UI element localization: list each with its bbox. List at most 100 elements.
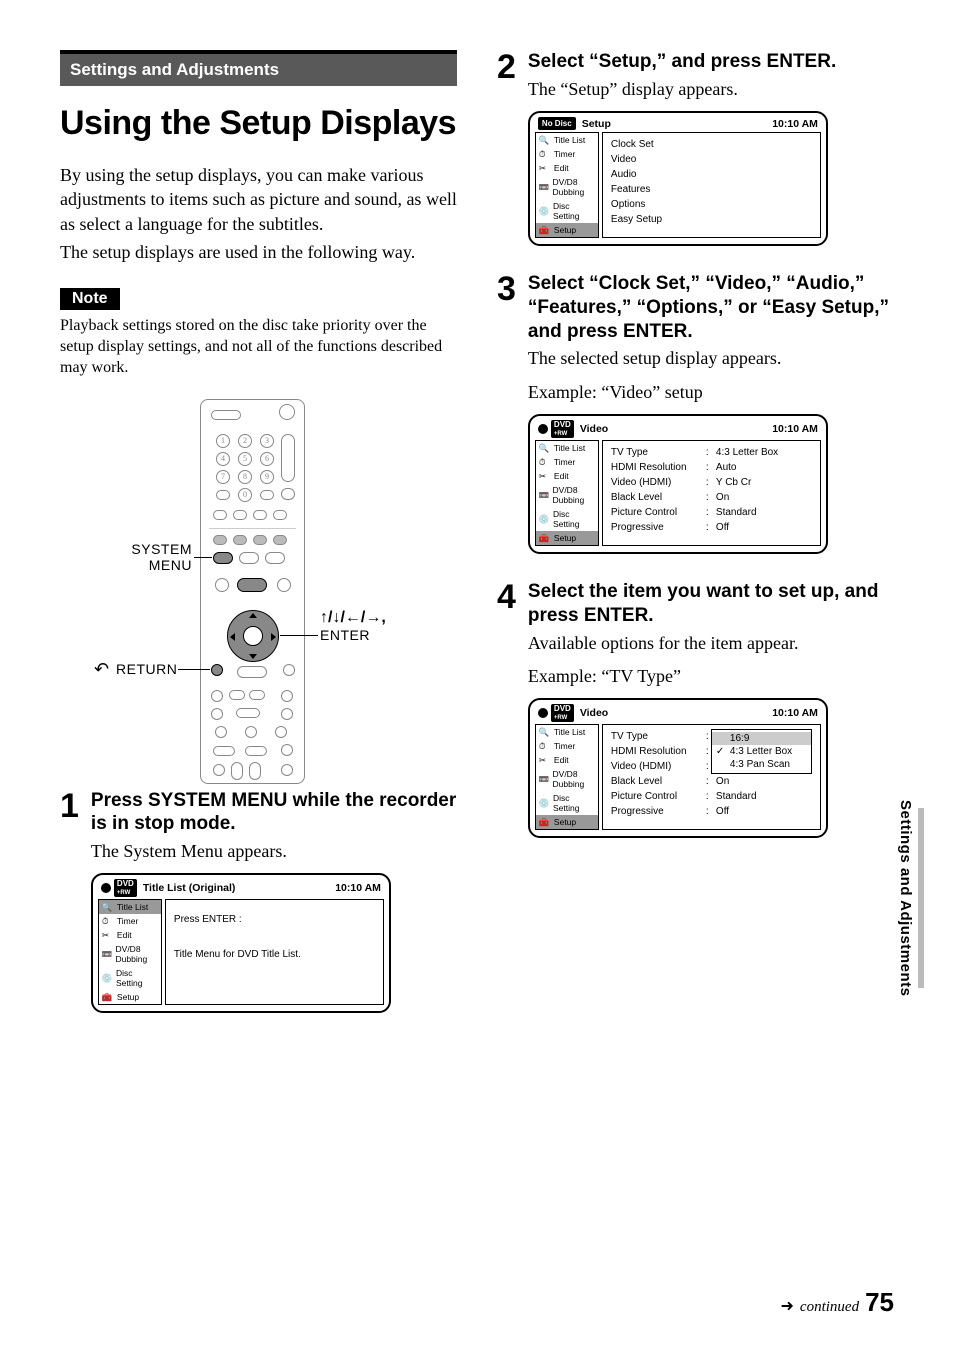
osd-time: 10:10 AM [772, 118, 818, 130]
sidebar-item-setup: 🧰Setup [536, 531, 598, 545]
setup-item: Audio [611, 167, 812, 182]
step-3: 3 Select “Clock Set,” “Video,” “Audio,” … [497, 272, 894, 570]
remote-diagram: 1 2 3 4 5 6 7 8 9 0 [60, 399, 457, 789]
footer: ➜ continued 75 [781, 1287, 894, 1318]
step-1-number: 1 [60, 789, 79, 1030]
sidebar-item-timer: ⏱Timer [536, 739, 598, 753]
dropdown-option: 16:9 [712, 732, 811, 745]
osd-tv-type-menu: DVD+RW Video 10:10 AM 🔍Title List ⏱Timer… [528, 698, 828, 838]
side-tab-bar [918, 808, 924, 988]
dropdown-option: 4:3 Pan Scan [712, 758, 811, 771]
sidebar-item-disc-setting: 💿Disc Setting [99, 966, 161, 990]
sidebar-item-title-list: 🔍Title List [99, 900, 161, 914]
video-row: Progressive:Off [611, 520, 812, 535]
setup-item: Options [611, 197, 812, 212]
side-tab-text: Settings and Adjustments [897, 800, 914, 996]
sidebar-item-disc-setting: 💿Disc Setting [536, 791, 598, 815]
step-2-heading: Select “Setup,” and press ENTER. [528, 50, 894, 74]
video-row: HDMI Resolution:Auto [611, 460, 812, 475]
enter-label: ENTER [320, 627, 370, 643]
setup-item: Video [611, 152, 812, 167]
intro-paragraph-2: The setup displays are used in the follo… [60, 240, 457, 264]
osd-title: Video [580, 707, 608, 719]
video-row: Picture Control:Standard [611, 789, 812, 804]
continued-arrow-icon: ➜ [781, 1296, 794, 1316]
step-3-text-1: The selected setup display appears. [528, 347, 894, 370]
setup-item: Easy Setup [611, 212, 812, 227]
chapter-heading: Settings and Adjustments [60, 50, 457, 86]
step-1-text: The System Menu appears. [91, 840, 457, 863]
sidebar-item-edit: ✂Edit [536, 161, 598, 175]
dropdown-option: 4:3 Letter Box [712, 745, 811, 758]
system-menu-label-2: MENU [112, 557, 192, 573]
tv-type-dropdown: 16:9 4:3 Letter Box 4:3 Pan Scan [711, 729, 812, 774]
osd-title: Video [580, 423, 608, 435]
video-row: Video (HDMI): [611, 759, 716, 774]
nodisc-badge: No Disc [538, 117, 576, 130]
step-2-text: The “Setup” display appears. [528, 78, 894, 101]
step-4-heading: Select the item you want to set up, and … [528, 580, 894, 628]
disc-badge: DVD+RW [101, 879, 137, 897]
osd-sidebar: 🔍Title List ⏱Timer ✂Edit 📼DV/D8 Dubbing … [98, 899, 162, 1005]
step-1-heading: Press SYSTEM MENU while the recorder is … [91, 789, 457, 837]
sidebar-item-timer: ⏱Timer [536, 147, 598, 161]
note-text: Playback settings stored on the disc tak… [60, 316, 457, 378]
page-number: 75 [865, 1287, 894, 1318]
continued-text: continued [800, 1299, 859, 1316]
video-row: Progressive:Off [611, 804, 812, 819]
video-row: Black Level:On [611, 774, 812, 789]
sidebar-item-dubbing: 📼DV/D8 Dubbing [536, 767, 598, 791]
sidebar-item-setup: 🧰Setup [99, 990, 161, 1004]
sidebar-item-dubbing: 📼DV/D8 Dubbing [99, 942, 161, 966]
setup-item: Features [611, 182, 812, 197]
osd-video-menu: DVD+RW Video 10:10 AM 🔍Title List ⏱Timer… [528, 414, 828, 554]
osd-setup-menu: No Disc Setup 10:10 AM 🔍Title List ⏱Time… [528, 111, 828, 246]
step-4-number: 4 [497, 580, 516, 854]
video-row: TV Type: [611, 729, 716, 744]
step-3-number: 3 [497, 272, 516, 570]
sidebar-item-title-list: 🔍Title List [536, 133, 598, 147]
osd-time: 10:10 AM [772, 423, 818, 435]
return-icon: ↶ [94, 659, 109, 680]
sidebar-item-timer: ⏱Timer [536, 455, 598, 469]
video-row: TV Type:4:3 Letter Box [611, 445, 812, 460]
sidebar-item-edit: ✂Edit [536, 753, 598, 767]
step-4-text-1: Available options for the item appear. [528, 632, 894, 655]
dpad-arrows-label: ↑/↓/←/→, [320, 609, 386, 627]
step-3-text-2: Example: “Video” setup [528, 381, 894, 404]
sidebar-item-edit: ✂Edit [99, 928, 161, 942]
sidebar-item-edit: ✂Edit [536, 469, 598, 483]
setup-item: Clock Set [611, 137, 812, 152]
intro-paragraph-1: By using the setup displays, you can mak… [60, 163, 457, 236]
video-row: Video (HDMI):Y Cb Cr [611, 475, 812, 490]
sidebar-item-title-list: 🔍Title List [536, 725, 598, 739]
video-row: HDMI Resolution: [611, 744, 716, 759]
sidebar-item-title-list: 🔍Title List [536, 441, 598, 455]
step-3-heading: Select “Clock Set,” “Video,” “Audio,” “F… [528, 272, 894, 343]
page-title: Using the Setup Displays [60, 104, 457, 143]
osd-main-line-2: Title Menu for DVD Title List. [174, 949, 375, 960]
step-1: 1 Press SYSTEM MENU while the recorder i… [60, 789, 457, 1030]
video-row: Picture Control:Standard [611, 505, 812, 520]
osd-system-menu: DVD+RW Title List (Original) 10:10 AM 🔍T… [91, 873, 391, 1013]
osd-title: Setup [582, 118, 611, 130]
disc-badge: DVD+RW [538, 704, 574, 722]
osd-title: Title List (Original) [143, 882, 236, 894]
sidebar-item-timer: ⏱Timer [99, 914, 161, 928]
sidebar-item-disc-setting: 💿Disc Setting [536, 199, 598, 223]
osd-time: 10:10 AM [335, 882, 381, 894]
note-label: Note [60, 288, 120, 310]
sidebar-item-dubbing: 📼DV/D8 Dubbing [536, 483, 598, 507]
sidebar-item-disc-setting: 💿Disc Setting [536, 507, 598, 531]
side-tab: Settings and Adjustments [897, 800, 924, 996]
step-2-number: 2 [497, 50, 516, 262]
step-2: 2 Select “Setup,” and press ENTER. The “… [497, 50, 894, 262]
osd-time: 10:10 AM [772, 707, 818, 719]
sidebar-item-setup: 🧰Setup [536, 815, 598, 829]
chapter-heading-text: Settings and Adjustments [70, 60, 279, 79]
return-label: RETURN [116, 661, 177, 677]
sidebar-item-dubbing: 📼DV/D8 Dubbing [536, 175, 598, 199]
sidebar-item-setup: 🧰Setup [536, 223, 598, 237]
video-row: Black Level:On [611, 490, 812, 505]
osd-main-line-1: Press ENTER : [174, 904, 375, 949]
